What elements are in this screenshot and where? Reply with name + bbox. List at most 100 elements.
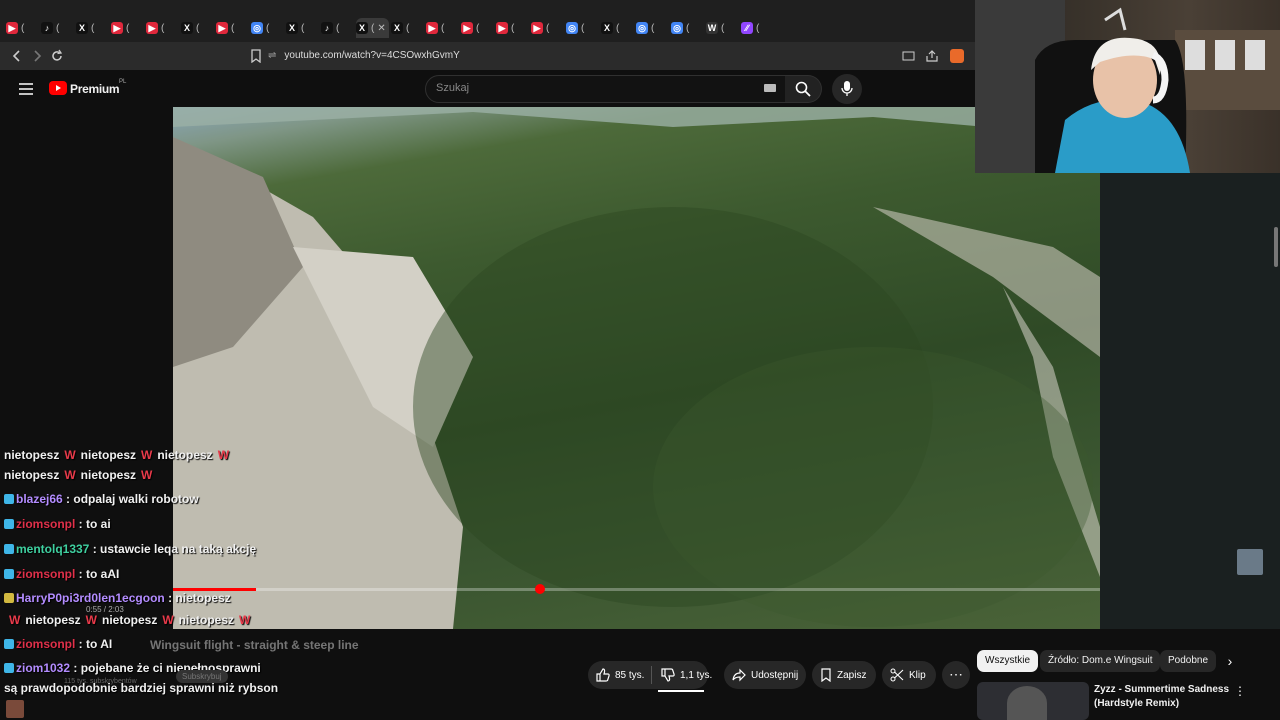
browser-tab[interactable]: ▶( bbox=[461, 18, 494, 38]
browser-tab[interactable]: X( bbox=[286, 18, 319, 38]
video-time: 0:55 / 2:03 bbox=[86, 605, 124, 614]
chat-message: : to aAI bbox=[75, 567, 120, 581]
cast-icon[interactable] bbox=[902, 50, 916, 62]
url-text: youtube.com/watch?v=4CSOwxhGvmY bbox=[284, 50, 460, 61]
browser-tab[interactable]: ▶( bbox=[6, 18, 39, 38]
recommended-menu-icon[interactable]: ⋮ bbox=[1234, 684, 1246, 698]
chat-message: : pojebane że ci niepełnosprawni bbox=[70, 661, 261, 675]
scrollbar-thumb[interactable] bbox=[1274, 227, 1278, 267]
chat-message: nietopesz bbox=[80, 468, 137, 482]
browser-tab[interactable]: X( bbox=[76, 18, 109, 38]
search-input[interactable]: Szukaj bbox=[425, 75, 787, 103]
tab-favicon-icon: X bbox=[356, 22, 368, 34]
tab-close-icon[interactable]: ✕ bbox=[377, 23, 385, 34]
avatar[interactable] bbox=[6, 700, 24, 718]
chat-badge-icon bbox=[4, 544, 14, 554]
browser-tab[interactable]: ♪( bbox=[321, 18, 354, 38]
tab-favicon-icon: ◎ bbox=[566, 22, 578, 34]
browser-tab[interactable]: W( bbox=[706, 18, 739, 38]
voice-search-button[interactable] bbox=[832, 74, 862, 104]
search-placeholder: Szukaj bbox=[436, 82, 470, 94]
chat-badge-icon bbox=[4, 639, 14, 649]
url-field[interactable]: ⇌ youtube.com/watch?v=4CSOwxhGvmY bbox=[268, 46, 958, 66]
browser-tab[interactable]: ◎( bbox=[671, 18, 704, 38]
recommended-thumbnail[interactable] bbox=[977, 682, 1089, 720]
recommended-title[interactable]: Zyzz - Summertime Sadness bbox=[1094, 684, 1229, 695]
w-emote-icon: W bbox=[239, 613, 251, 627]
chat-message: nietopesz bbox=[102, 613, 158, 627]
save-label: Zapisz bbox=[837, 669, 867, 681]
browser-tab[interactable]: ▶( bbox=[496, 18, 529, 38]
subscribe-button[interactable]: Subskrybuj bbox=[176, 670, 228, 683]
site-info-icon[interactable]: ⇌ bbox=[268, 50, 276, 61]
browser-tab[interactable]: ▶( bbox=[111, 18, 144, 38]
w-emote-icon: W bbox=[162, 613, 174, 627]
w-emote-icon: W bbox=[141, 448, 153, 462]
dislike-button[interactable]: 1,1 tys. bbox=[661, 663, 712, 687]
tab-title: ( bbox=[721, 22, 725, 34]
youtube-logo-icon[interactable] bbox=[49, 81, 67, 95]
video-player[interactable]: ▭ ⚙ ⊡ ⤢ bbox=[173, 107, 1100, 629]
browser-tab[interactable]: ▶( bbox=[531, 18, 564, 38]
tab-favicon-icon: W bbox=[706, 22, 718, 34]
filter-chip[interactable]: Wszystkie bbox=[977, 650, 1038, 672]
channel-subscribers: 115 tys. subskrybentów bbox=[64, 678, 137, 685]
chips-next-icon[interactable]: › bbox=[1220, 651, 1240, 671]
chat-badge-icon bbox=[4, 569, 14, 579]
recommended-title-line2[interactable]: (Hardstyle Remix) bbox=[1094, 698, 1179, 709]
browser-tab[interactable]: ◎( bbox=[566, 18, 599, 38]
more-actions-button[interactable]: ⋯ bbox=[942, 661, 970, 689]
browser-tab[interactable]: ∕∕( bbox=[741, 18, 774, 38]
brave-shield-icon[interactable] bbox=[950, 49, 964, 63]
tab-favicon-icon: ▶ bbox=[461, 22, 473, 34]
browser-tab[interactable]: X(✕ bbox=[356, 18, 389, 38]
tab-favicon-icon: X bbox=[181, 22, 193, 34]
chat-message: : to AI bbox=[75, 637, 113, 651]
chat-username: HarryP0pi3rd0len1ecgoon bbox=[16, 591, 165, 605]
browser-tab[interactable]: X( bbox=[391, 18, 424, 38]
dislike-count: 1,1 tys. bbox=[680, 669, 713, 681]
reload-icon[interactable] bbox=[50, 49, 64, 63]
filter-chip[interactable]: Źródło: Dom.e Wingsuit bbox=[1040, 650, 1161, 672]
browser-tab[interactable]: ▶( bbox=[216, 18, 249, 38]
tab-title: ( bbox=[231, 22, 235, 34]
chat-line: ziomsonpl : to aAI bbox=[4, 567, 119, 581]
chat-spam-line: nietopesz Wnietopesz W bbox=[4, 468, 157, 482]
tab-favicon-icon: ▶ bbox=[111, 22, 123, 34]
chat-username: ziomsonpl bbox=[16, 517, 76, 531]
progress-track[interactable] bbox=[173, 588, 1100, 591]
chat-message: : nietopesz bbox=[164, 591, 231, 605]
video-side-area bbox=[1100, 107, 1280, 629]
share-page-icon[interactable] bbox=[925, 49, 939, 63]
chat-line: są prawdopodobnie bardziej sprawni niż r… bbox=[4, 681, 278, 695]
browser-tab[interactable]: ♪( bbox=[41, 18, 74, 38]
browser-tab[interactable]: X( bbox=[181, 18, 214, 38]
search-button[interactable] bbox=[785, 75, 822, 103]
browser-tab[interactable]: ◎( bbox=[636, 18, 669, 38]
thumbs-down-icon bbox=[661, 668, 675, 682]
save-button[interactable]: Zapisz bbox=[820, 663, 866, 687]
channel-watermark-icon[interactable] bbox=[1237, 549, 1263, 575]
browser-tab[interactable]: ◎( bbox=[251, 18, 284, 38]
chat-username: ziomsonpl bbox=[16, 637, 76, 651]
browser-tab[interactable]: X( bbox=[601, 18, 634, 38]
filter-chip[interactable]: Podobne bbox=[1160, 650, 1217, 672]
share-button[interactable]: Udostępnij bbox=[732, 663, 798, 687]
tab-title: ( bbox=[301, 22, 305, 34]
browser-tab[interactable]: ▶( bbox=[426, 18, 459, 38]
bookmark-icon[interactable] bbox=[250, 49, 262, 63]
webcam-frame bbox=[975, 0, 1280, 173]
youtube-logo-text[interactable]: Premium bbox=[70, 82, 120, 96]
like-count: 85 tys. bbox=[615, 669, 645, 681]
browser-tab[interactable]: ▶( bbox=[146, 18, 179, 38]
forward-icon[interactable] bbox=[30, 49, 44, 63]
like-button[interactable]: 85 tys. bbox=[596, 663, 644, 687]
back-icon[interactable] bbox=[10, 49, 24, 63]
chat-message: nietopesz bbox=[157, 448, 213, 462]
clip-button[interactable]: Klip bbox=[890, 663, 926, 687]
chat-badge-icon bbox=[4, 593, 14, 603]
keyboard-icon[interactable] bbox=[764, 84, 776, 92]
menu-icon[interactable] bbox=[18, 82, 34, 96]
tab-title: ( bbox=[581, 22, 585, 34]
w-emote-icon: W bbox=[217, 448, 230, 462]
